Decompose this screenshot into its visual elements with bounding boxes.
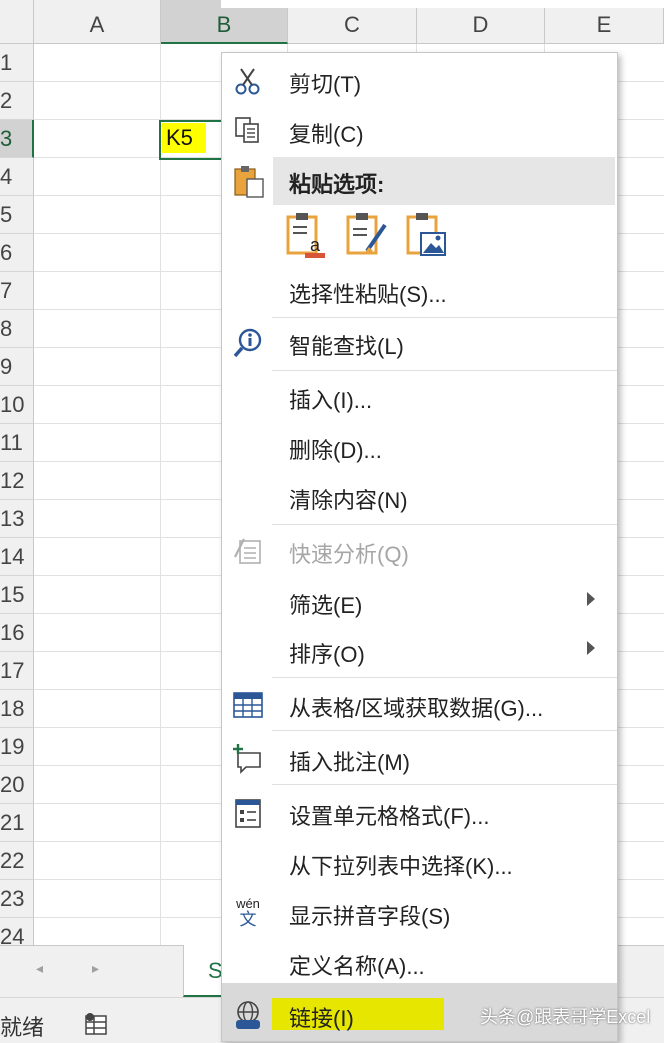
row-header[interactable]: 7	[0, 272, 34, 310]
row-header[interactable]: 9	[0, 348, 34, 386]
row-header[interactable]: 16	[0, 614, 34, 652]
column-header-a[interactable]: A	[34, 0, 161, 44]
copy-icon	[235, 117, 259, 143]
next-sheet-icon[interactable]: ▸	[92, 960, 99, 977]
menu-label-filter: 筛选(E)	[289, 593, 363, 618]
menu-label-format-cells: 设置单元格格式(F)...	[289, 804, 490, 829]
menu-label-get-data-from-table: 从表格/区域获取数据(G)...	[289, 696, 544, 721]
row-header[interactable]: 13	[0, 500, 34, 538]
menu-item-filter[interactable]: 筛选(E)	[222, 578, 617, 626]
menu-item-show-phonetic[interactable]: wén 文 显示拼音字段(S)	[222, 889, 617, 937]
row-header[interactable]: 11	[0, 424, 34, 462]
paste-options-header: 粘贴选项:	[273, 157, 615, 205]
menu-item-insert-comment[interactable]: 插入批注(M)	[222, 735, 617, 783]
row-header[interactable]: 6	[0, 234, 34, 272]
menu-label-insert: 插入(I)...	[289, 388, 373, 413]
row-header[interactable]: 1	[0, 44, 34, 82]
menu-label-copy: 复制(C)	[289, 122, 364, 147]
paste-picture-icon[interactable]	[405, 211, 449, 259]
menu-item-insert[interactable]: 插入(I)...	[222, 373, 617, 421]
new-comment-icon	[233, 744, 261, 774]
menu-item-copy[interactable]: 复制(C)	[222, 107, 617, 155]
menu-item-paste-special[interactable]: 选择性粘贴(S)...	[222, 267, 617, 315]
table-icon	[233, 692, 263, 718]
menu-item-delete[interactable]: 删除(D)...	[222, 423, 617, 471]
paste-values-icon[interactable]: a	[285, 211, 329, 259]
menu-item-quick-analysis: 快速分析(Q)	[222, 527, 617, 575]
menu-label-paste-special: 选择性粘贴(S)...	[289, 282, 447, 307]
format-cells-icon	[235, 799, 261, 828]
row-header[interactable]: 8	[0, 310, 34, 348]
paste-formatting-icon[interactable]	[345, 211, 389, 259]
row-header[interactable]: 5	[0, 196, 34, 234]
menu-label-pick-from-dropdown: 从下拉列表中选择(K)...	[289, 854, 513, 879]
mini-toolbar-edge	[221, 0, 664, 8]
paste-options-label: 粘贴选项:	[289, 172, 385, 197]
submenu-arrow-icon	[587, 592, 595, 606]
smart-lookup-icon	[233, 328, 262, 358]
menu-label-smart-lookup: 智能查找(L)	[289, 334, 404, 359]
row-header[interactable]: 19	[0, 728, 34, 766]
cell-b3-value: K5	[162, 123, 206, 153]
menu-label-clear-contents: 清除内容(N)	[289, 488, 408, 513]
menu-item-get-data-from-table[interactable]: 从表格/区域获取数据(G)...	[222, 681, 617, 729]
row-header[interactable]: 10	[0, 386, 34, 424]
row-header[interactable]: 3	[0, 120, 34, 158]
menu-item-sort[interactable]: 排序(O)	[222, 627, 617, 675]
menu-item-clear-contents[interactable]: 清除内容(N)	[222, 473, 617, 521]
menu-label-sort: 排序(O)	[289, 642, 365, 667]
menu-item-define-name[interactable]: 定义名称(A)...	[222, 939, 617, 987]
row-header[interactable]: 22	[0, 842, 34, 880]
row-header[interactable]: 14	[0, 538, 34, 576]
link-globe-icon	[236, 1001, 260, 1029]
menu-label-show-phonetic: 显示拼音字段(S)	[289, 904, 451, 929]
row-header[interactable]: 15	[0, 576, 34, 614]
prev-sheet-icon[interactable]: ◂	[36, 960, 43, 977]
row-header[interactable]: 23	[0, 880, 34, 918]
phonetic-icon-top-text: wén	[236, 896, 260, 911]
menu-item-smart-lookup[interactable]: 智能查找(L)	[222, 319, 617, 367]
watermark-text: 头条@跟表哥学Excel	[480, 1007, 651, 1027]
row-header[interactable]: 18	[0, 690, 34, 728]
menu-item-format-cells[interactable]: 设置单元格格式(F)...	[222, 789, 617, 837]
row-header[interactable]: 2	[0, 82, 34, 120]
status-ready-text: 就绪	[0, 1015, 45, 1040]
row-header[interactable]: 4	[0, 158, 34, 196]
menu-label-quick-analysis: 快速分析(Q)	[289, 542, 409, 567]
menu-label-delete: 删除(D)...	[289, 438, 382, 463]
menu-label-link: 链接(I)	[289, 1006, 354, 1031]
clipboard-paste-icon	[234, 166, 264, 198]
quick-analysis-icon	[234, 538, 261, 564]
menu-item-pick-from-dropdown[interactable]: 从下拉列表中选择(K)...	[222, 839, 617, 887]
menu-label-insert-comment: 插入批注(M)	[289, 750, 410, 775]
submenu-arrow-icon	[587, 641, 595, 655]
menu-item-cut[interactable]: 剪切(T)	[222, 57, 617, 105]
select-all-corner[interactable]	[0, 0, 34, 44]
phonetic-icon-bottom-text: 文	[239, 910, 257, 930]
menu-label-define-name: 定义名称(A)...	[289, 954, 425, 979]
svg-text:a: a	[310, 235, 321, 255]
accessibility-icon[interactable]	[84, 1012, 108, 1036]
row-header[interactable]: 12	[0, 462, 34, 500]
menu-label-cut: 剪切(T)	[289, 72, 362, 97]
scissors-icon	[235, 68, 260, 95]
row-header[interactable]: 20	[0, 766, 34, 804]
context-menu: 剪切(T) 复制(C) 粘贴选项: a 选择性粘贴(S)... 智能查找(L) …	[221, 52, 618, 1042]
row-header[interactable]: 21	[0, 804, 34, 842]
phonetic-guide-icon: wén 文	[232, 896, 264, 930]
row-header[interactable]: 17	[0, 652, 34, 690]
